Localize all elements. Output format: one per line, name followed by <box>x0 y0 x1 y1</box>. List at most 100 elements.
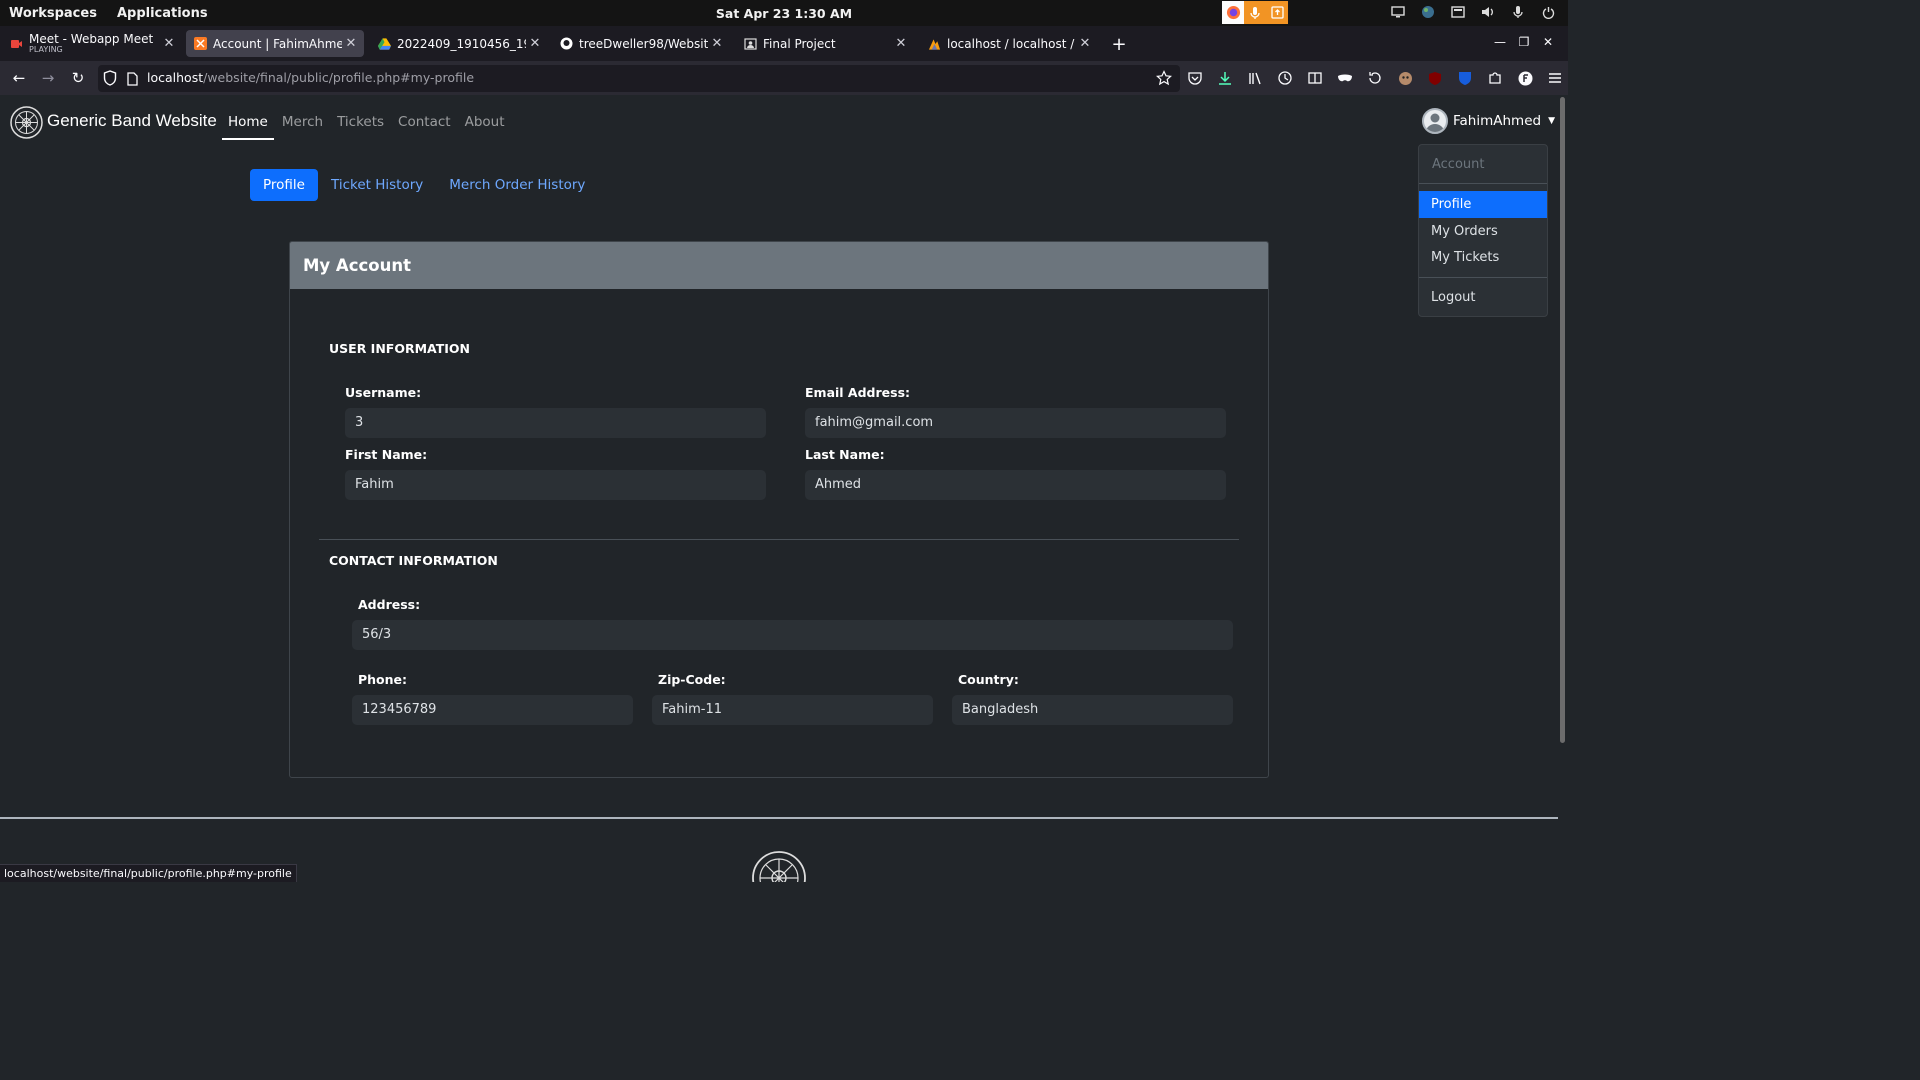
minimize-icon[interactable]: — <box>1488 35 1512 49</box>
nav-home[interactable]: Home <box>222 114 274 140</box>
account-dropdown: Account Profile My Orders My Tickets Log… <box>1418 144 1548 317</box>
close-icon[interactable]: ✕ <box>160 36 178 51</box>
account-card: My Account USER INFORMATION Username: 3 … <box>289 241 1269 778</box>
library-icon[interactable] <box>1245 68 1265 88</box>
volume-icon[interactable] <box>1480 4 1496 20</box>
sidebar-icon[interactable] <box>1305 68 1325 88</box>
country-field[interactable]: Bangladesh <box>952 695 1233 725</box>
tab-github[interactable]: treeDweller98/Website-For ✕ <box>552 30 730 57</box>
clock[interactable]: Sat Apr 23 1:30 AM <box>0 6 1568 21</box>
dropdown-profile[interactable]: Profile <box>1419 191 1547 218</box>
tab-meet[interactable]: Meet - Webapp Meet PLAYING ✕ <box>2 30 182 57</box>
extensions-puzzle-icon[interactable] <box>1485 68 1505 88</box>
user-menu-toggle[interactable]: FahimAhmed ▼ <box>1422 108 1555 134</box>
meet-icon <box>10 37 23 50</box>
page-icon[interactable] <box>127 71 138 90</box>
close-icon[interactable]: ✕ <box>892 36 910 51</box>
address-field[interactable]: 56/3 <box>352 620 1233 650</box>
country-label: Country: <box>958 672 1019 687</box>
site-navbar: Generic Band Website Home Merch Tickets … <box>0 95 1558 151</box>
menu-hamburger-icon[interactable] <box>1545 68 1565 88</box>
pocket-icon[interactable] <box>1185 68 1205 88</box>
slides-icon <box>744 37 757 50</box>
account-f-icon[interactable] <box>1515 68 1535 88</box>
close-icon[interactable]: ✕ <box>1076 36 1094 51</box>
restore-session-icon[interactable] <box>1365 68 1385 88</box>
dropdown-my-orders[interactable]: My Orders <box>1419 218 1547 245</box>
tab-drive[interactable]: 2022409_1910456_1910496 - G ✕ <box>370 30 548 57</box>
divider <box>1419 183 1547 184</box>
microphone-icon[interactable] <box>1244 1 1266 24</box>
last-name-label: Last Name: <box>805 447 885 462</box>
section-divider <box>319 539 1239 540</box>
username-label: Username: <box>345 385 422 400</box>
tab-merch-order-history[interactable]: Merch Order History <box>436 169 598 201</box>
history-icon[interactable] <box>1275 68 1295 88</box>
power-icon[interactable] <box>1540 4 1556 20</box>
last-name-field[interactable]: Ahmed <box>805 470 1226 500</box>
back-icon[interactable]: ← <box>10 69 28 87</box>
footer-divider <box>0 817 1558 819</box>
dropdown-header: Account <box>1432 157 1485 172</box>
url-path: /website/final/public/profile.php#my-pro… <box>203 70 475 85</box>
applications-menu[interactable]: Applications <box>117 6 208 21</box>
address-label: Address: <box>358 597 421 612</box>
firefox-icon[interactable] <box>1222 1 1244 24</box>
tab-title: 2022409_1910456_1910496 - G <box>397 36 526 51</box>
divider <box>1419 277 1547 278</box>
tab-title: Account | FahimAhmed <box>213 36 342 51</box>
tab-account[interactable]: Account | FahimAhmed ✕ <box>186 30 364 57</box>
bookmark-star-icon[interactable] <box>1156 70 1172 90</box>
tab-final-project[interactable]: Final Project ✕ <box>736 30 914 57</box>
close-icon[interactable]: ✕ <box>342 36 360 51</box>
address-bar[interactable]: localhost/website/final/public/profile.p… <box>98 65 1180 92</box>
extension-monkey-icon[interactable] <box>1395 68 1415 88</box>
tab-title: Final Project <box>763 36 836 51</box>
mic-tray-icon[interactable] <box>1510 4 1526 20</box>
first-name-label: First Name: <box>345 447 428 462</box>
bitwarden-icon[interactable] <box>1455 68 1475 88</box>
display-icon[interactable] <box>1390 4 1406 20</box>
reload-icon[interactable]: ↻ <box>69 69 87 87</box>
workspaces-menu[interactable]: Workspaces <box>9 6 97 21</box>
tab-profile[interactable]: Profile <box>250 169 318 201</box>
screen-share-icon[interactable] <box>1266 1 1288 24</box>
tab-title: Meet - Webapp Meet <box>29 33 154 46</box>
tab-title: localhost / localhost / Band <box>947 36 1076 51</box>
forward-icon[interactable]: → <box>39 69 57 87</box>
drive-icon <box>378 37 391 50</box>
private-mask-icon[interactable] <box>1335 68 1355 88</box>
new-tab-button[interactable]: + <box>1110 34 1128 55</box>
ublock-icon[interactable] <box>1425 68 1445 88</box>
username-label: FahimAhmed <box>1453 113 1542 129</box>
band-logo-icon[interactable] <box>10 106 43 139</box>
first-name-field[interactable]: Fahim <box>345 470 766 500</box>
close-icon[interactable]: ✕ <box>526 36 544 51</box>
close-window-icon[interactable]: ✕ <box>1536 35 1560 49</box>
keyboard-icon[interactable] <box>1450 4 1466 20</box>
username-field[interactable]: 3 <box>345 408 766 438</box>
page-scrollbar[interactable] <box>1560 97 1565 743</box>
os-top-bar: Workspaces Applications Sat Apr 23 1:30 … <box>0 0 1568 26</box>
tab-ticket-history[interactable]: Ticket History <box>318 169 436 201</box>
nav-contact[interactable]: Contact <box>392 114 457 140</box>
browser-toolbar: ← → ↻ localhost/website/final/public/pro… <box>0 61 1568 95</box>
nav-merch[interactable]: Merch <box>276 114 329 140</box>
nav-about[interactable]: About <box>459 114 511 140</box>
close-icon[interactable]: ✕ <box>708 36 726 51</box>
download-icon[interactable] <box>1215 68 1235 88</box>
nav-tickets[interactable]: Tickets <box>331 114 390 140</box>
dropdown-my-tickets[interactable]: My Tickets <box>1419 244 1547 271</box>
zip-code-field[interactable]: Fahim-11 <box>652 695 933 725</box>
tab-playing-label: PLAYING <box>29 44 63 54</box>
email-field[interactable]: fahim@gmail.com <box>805 408 1226 438</box>
restore-icon[interactable]: ❐ <box>1512 35 1536 49</box>
zip-code-label: Zip-Code: <box>658 672 726 687</box>
shield-icon[interactable] <box>103 70 117 90</box>
brand-name[interactable]: Generic Band Website <box>47 111 217 131</box>
phone-field[interactable]: 123456789 <box>352 695 633 725</box>
dropdown-logout[interactable]: Logout <box>1419 284 1547 311</box>
contact-info-heading: CONTACT INFORMATION <box>329 553 498 568</box>
tab-phpmyadmin[interactable]: localhost / localhost / Band ✕ <box>920 30 1098 57</box>
globe-icon[interactable] <box>1420 4 1436 20</box>
